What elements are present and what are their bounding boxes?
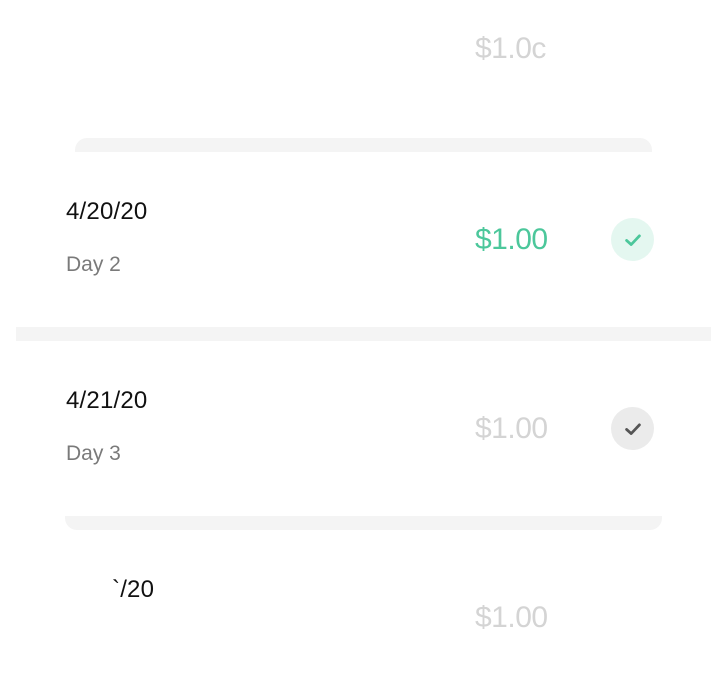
date-label: 4/20/20 (66, 198, 148, 225)
amount-label: $1.00 (475, 223, 548, 256)
check-button[interactable] (611, 407, 654, 450)
check-icon (624, 234, 641, 246)
row-separator (16, 327, 711, 341)
list-item[interactable]: 4/20/20 Day 2 $1.00 (0, 152, 727, 327)
list-item[interactable]: $1.0с (0, 0, 727, 138)
date-label: `/20 (112, 576, 155, 603)
date-label: 4/21/20 (66, 387, 148, 414)
day-label: Day 3 (66, 442, 121, 465)
list-item[interactable]: `/20 $1.00 (0, 530, 727, 685)
amount-label: $1.0с (475, 32, 546, 65)
row-separator (65, 516, 662, 530)
list-item[interactable]: 4/21/20 Day 3 $1.00 (0, 341, 727, 516)
row-separator (75, 138, 652, 152)
check-icon (624, 423, 641, 435)
day-label: Day 2 (66, 253, 121, 276)
amount-label: $1.00 (475, 601, 548, 634)
amount-label: $1.00 (475, 412, 548, 445)
paid-check-button[interactable] (611, 218, 654, 261)
